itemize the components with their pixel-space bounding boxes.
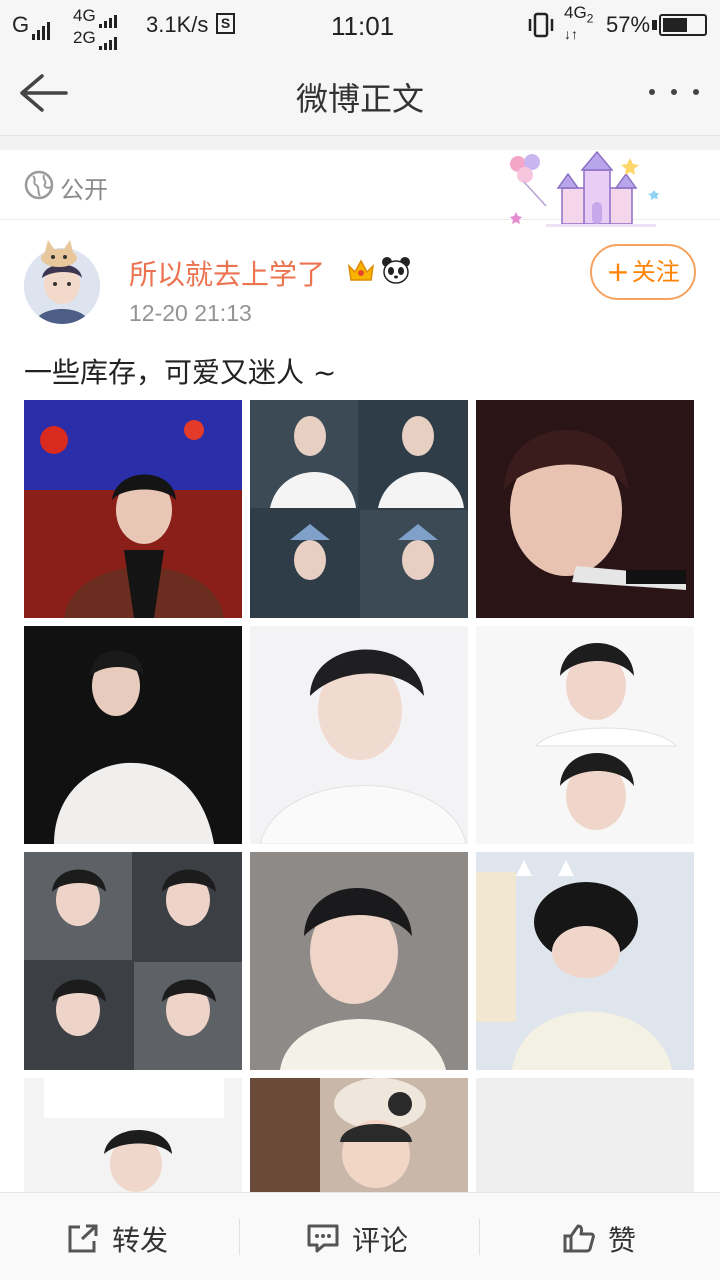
bottom-toolbar: 转发 评论 赞: [0, 1192, 720, 1280]
post-text: 一些库存，可爱又迷人 ~: [24, 356, 337, 389]
grid-image-6[interactable]: [476, 626, 694, 844]
grid-image-9[interactable]: [476, 852, 694, 1070]
post-timestamp: 12-20 21:13: [129, 300, 252, 326]
thumbs-up-icon: [562, 1223, 596, 1253]
carrier-signal: G: [12, 12, 52, 40]
network-top: 4G: [73, 6, 96, 25]
globe-icon: [24, 170, 54, 200]
crown-icon[interactable]: [346, 256, 376, 284]
photo-icon: [24, 400, 242, 618]
network-4g-label: 4G: [564, 3, 587, 22]
grid-image-4[interactable]: [24, 626, 242, 844]
signal-icon: [32, 14, 52, 40]
section-gap: [0, 136, 720, 150]
repost-button[interactable]: 转发: [0, 1193, 240, 1280]
panda-icon[interactable]: [381, 256, 411, 284]
network-bottom: 2G: [73, 28, 96, 47]
photo-icon: [250, 400, 468, 618]
plus-icon: +: [606, 255, 630, 288]
clock: 11:01: [331, 11, 395, 41]
nav-header: 微博正文: [0, 50, 720, 136]
username[interactable]: 所以就去上学了: [129, 253, 325, 293]
grid-image-8[interactable]: [250, 852, 468, 1070]
carrier-label: G: [12, 12, 30, 37]
like-label: 赞: [608, 1224, 637, 1257]
network-4g: 4G2 ↓↑: [564, 3, 594, 43]
more-dots-icon[interactable]: [646, 82, 702, 102]
repost-icon: [66, 1223, 100, 1253]
page-title: 微博正文: [295, 80, 424, 118]
comment-label: 评论: [352, 1224, 409, 1257]
status-bar: G 4G 2G 3.1K/s S 11:01 4G2 ↓↑ 57%: [0, 0, 720, 50]
follow-label: 关注: [631, 258, 680, 286]
signal-icon-2: [98, 8, 119, 28]
photo-icon: [250, 626, 468, 844]
grid-image-5[interactable]: [250, 626, 468, 844]
photo-icon: [24, 852, 242, 1070]
photo-icon: [476, 852, 694, 1070]
photo-icon: [476, 626, 694, 844]
castle-decoration-icon: [506, 150, 670, 230]
grid-image-2[interactable]: [250, 400, 468, 618]
comment-button[interactable]: 评论: [240, 1193, 480, 1280]
grid-image-1[interactable]: [24, 400, 242, 618]
network-4g-sub: 2: [586, 11, 594, 26]
data-arrows-icon: ↓↑: [564, 26, 578, 43]
visibility-label: 公开: [60, 176, 108, 204]
battery-icon: [659, 14, 707, 36]
repost-label: 转发: [112, 1224, 169, 1257]
photo-icon: [476, 400, 694, 618]
photo-icon: [250, 852, 468, 1070]
network-speed: 3.1K/s: [146, 12, 209, 37]
vibrate-icon: [527, 12, 555, 44]
cat-ears-icon: [36, 238, 82, 268]
s-icon: S: [216, 13, 235, 34]
photo-icon: [24, 626, 242, 844]
signal-icon-3: [98, 30, 119, 50]
grid-image-7[interactable]: [24, 852, 242, 1070]
network-type-stack: 4G 2G: [73, 6, 119, 50]
battery-percent: 57%: [606, 12, 651, 37]
battery-tip: [652, 20, 657, 30]
follow-button[interactable]: +关注: [590, 244, 696, 300]
grid-image-3[interactable]: [476, 400, 694, 618]
like-button[interactable]: 赞: [480, 1193, 720, 1280]
comment-icon: [306, 1223, 340, 1253]
